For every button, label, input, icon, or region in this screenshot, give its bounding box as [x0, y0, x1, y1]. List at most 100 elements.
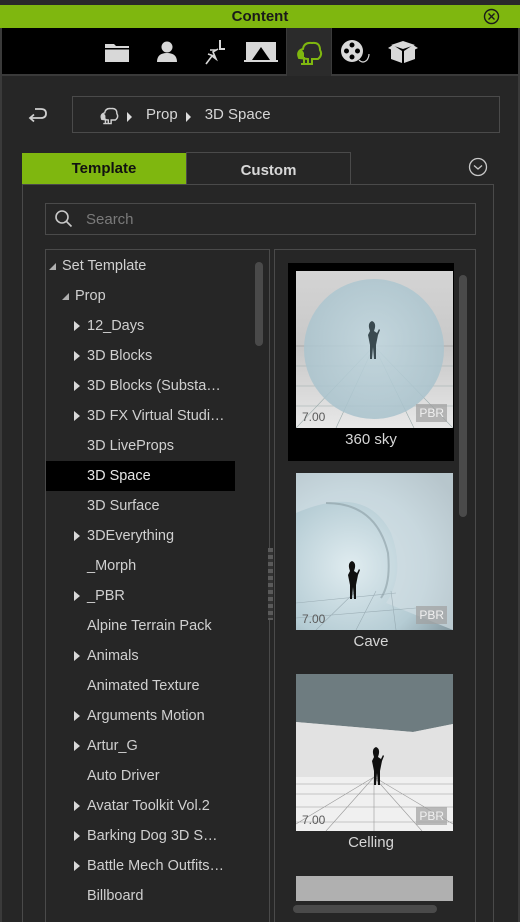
- breadcrumb-item-prop[interactable]: Prop: [146, 106, 178, 123]
- tree-item[interactable]: _PBR: [46, 581, 235, 611]
- running-figure-icon: [205, 40, 225, 65]
- gallery-horizontal-scrollbar[interactable]: [293, 905, 437, 913]
- search-box: [45, 203, 476, 235]
- thumbnail-image: 7.00 PBR: [296, 271, 453, 428]
- breadcrumb-separator-icon: [127, 111, 132, 122]
- tree-item[interactable]: 3D FX Virtual Studi…: [46, 401, 235, 431]
- title-bar: Content: [0, 5, 520, 28]
- tree-item[interactable]: 3D Blocks (Substa…: [46, 371, 235, 401]
- expanded-arrow-icon[interactable]: [62, 293, 69, 300]
- close-circle-icon[interactable]: [483, 8, 500, 25]
- tree-item[interactable]: 3DEverything: [46, 521, 235, 551]
- collapsed-arrow-icon[interactable]: [74, 321, 80, 331]
- collapsed-arrow-icon[interactable]: [74, 591, 80, 601]
- tree-item-label: Arguments Motion: [87, 708, 205, 724]
- gallery-item-name: Cave: [353, 633, 389, 650]
- thumbnail-image: 7.00 PBR: [296, 473, 453, 630]
- search-input[interactable]: [86, 210, 456, 228]
- tree-item[interactable]: Auto Driver: [46, 761, 235, 791]
- collapsed-arrow-icon[interactable]: [74, 861, 80, 871]
- panel-splitter-handle[interactable]: [268, 548, 273, 620]
- tree-item-label: Auto Driver: [87, 768, 160, 784]
- tree-item-label: 12_Days: [87, 318, 145, 334]
- tree-item-label: Artur_G: [87, 738, 138, 754]
- tab-custom[interactable]: Custom: [186, 152, 351, 184]
- tree-item[interactable]: Animated Texture: [46, 671, 235, 701]
- category-toolbar: [2, 28, 518, 76]
- tree-scrollbar[interactable]: [255, 262, 263, 346]
- tree-item-label: Billboard: [87, 888, 144, 904]
- tree-item[interactable]: Barking Dog 3D S…: [46, 821, 235, 851]
- tab-actor[interactable]: [144, 28, 190, 76]
- version-label: 7.00: [302, 813, 326, 827]
- tab-template[interactable]: Template: [22, 153, 186, 184]
- tree-item[interactable]: 3D Space: [46, 461, 235, 491]
- breadcrumb-item-3d-space[interactable]: 3D Space: [205, 106, 271, 123]
- tree-item[interactable]: _Morph: [46, 551, 235, 581]
- collapsed-arrow-icon[interactable]: [74, 831, 80, 841]
- tree-item-label: 3D Surface: [87, 498, 160, 514]
- collapsed-arrow-icon[interactable]: [74, 531, 80, 541]
- tree-item-label: Avatar Toolkit Vol.2: [87, 798, 210, 814]
- gallery-item[interactable]: 7.00 PBR Celling: [288, 666, 454, 864]
- film-reel-icon: [341, 40, 370, 63]
- tab-media[interactable]: [333, 28, 379, 76]
- tree-item-label: _PBR: [87, 588, 125, 604]
- chevron-down-circle-icon[interactable]: [468, 157, 488, 177]
- tree-item-label: Prop: [75, 288, 106, 304]
- gallery-vertical-scrollbar[interactable]: [459, 275, 467, 517]
- tree-set-icon: [297, 41, 323, 65]
- tab-set[interactable]: [286, 28, 332, 76]
- tree-item[interactable]: 12_Days: [46, 311, 235, 341]
- tree-item[interactable]: Billboard: [46, 881, 235, 911]
- collapsed-arrow-icon[interactable]: [74, 651, 80, 661]
- version-label: 7.00: [302, 410, 326, 424]
- tree-item[interactable]: Set Template: [46, 251, 235, 281]
- tree-item[interactable]: 3D Blocks: [46, 341, 235, 371]
- box-icon: [388, 41, 418, 63]
- search-icon: [55, 210, 73, 228]
- pbr-badge: PBR: [416, 807, 447, 825]
- collapsed-arrow-icon[interactable]: [74, 711, 80, 721]
- collapsed-arrow-icon[interactable]: [74, 381, 80, 391]
- version-label: 7.00: [302, 612, 326, 626]
- tab-project[interactable]: [94, 28, 140, 76]
- tree-item[interactable]: Arguments Motion: [46, 701, 235, 731]
- tree-item[interactable]: Animals: [46, 641, 235, 671]
- window-left-border: [0, 28, 2, 922]
- pbr-badge: PBR: [416, 606, 447, 624]
- folder-tree: Set Template Prop 12_Days 3D Blocks 3D Block…: [45, 249, 270, 922]
- gallery-item[interactable]: 7.00 PBR 360 sky: [288, 263, 454, 461]
- breadcrumb: Prop 3D Space: [72, 96, 500, 133]
- tree-item[interactable]: 3D Surface: [46, 491, 235, 521]
- tree-item-label: Battle Mech Outfits…: [87, 858, 224, 874]
- collapsed-arrow-icon[interactable]: [74, 741, 80, 751]
- tree-item[interactable]: Prop: [46, 281, 235, 311]
- tree-item[interactable]: Alpine Terrain Pack: [46, 611, 235, 641]
- tree-item[interactable]: Battle Mech Outfits…: [46, 851, 235, 881]
- gallery-item[interactable]: 7.00 PBR Cave: [288, 465, 454, 663]
- tree-item-label: 3D FX Virtual Studi…: [87, 408, 225, 424]
- tree-item-label: Barking Dog 3D S…: [87, 828, 218, 844]
- tree-item[interactable]: Avatar Toolkit Vol.2: [46, 791, 235, 821]
- collapsed-arrow-icon[interactable]: [74, 351, 80, 361]
- tree-item-label: 3D Blocks (Substa…: [87, 378, 221, 394]
- window-title: Content: [231, 8, 289, 25]
- collapsed-arrow-icon[interactable]: [74, 411, 80, 421]
- gallery-item-partial[interactable]: [296, 876, 453, 901]
- tree-item-label: Set Template: [62, 258, 147, 274]
- tree-item-label: _Morph: [87, 558, 137, 574]
- tab-package[interactable]: [380, 28, 426, 76]
- tree-item[interactable]: 3D LiveProps: [46, 431, 235, 461]
- tree-item[interactable]: Artur_G: [46, 731, 235, 761]
- collapsed-arrow-icon[interactable]: [74, 801, 80, 811]
- tree-set-icon[interactable]: [99, 105, 119, 125]
- folder-icon: [105, 44, 129, 62]
- tab-animation[interactable]: [192, 28, 238, 76]
- tree-item-label: Animated Texture: [87, 678, 200, 694]
- back-arrow-icon[interactable]: [26, 105, 50, 125]
- expanded-arrow-icon[interactable]: [49, 263, 56, 270]
- stage-icon: [244, 42, 278, 62]
- tab-stage[interactable]: [238, 28, 284, 76]
- gallery-item-name: Celling: [348, 834, 394, 851]
